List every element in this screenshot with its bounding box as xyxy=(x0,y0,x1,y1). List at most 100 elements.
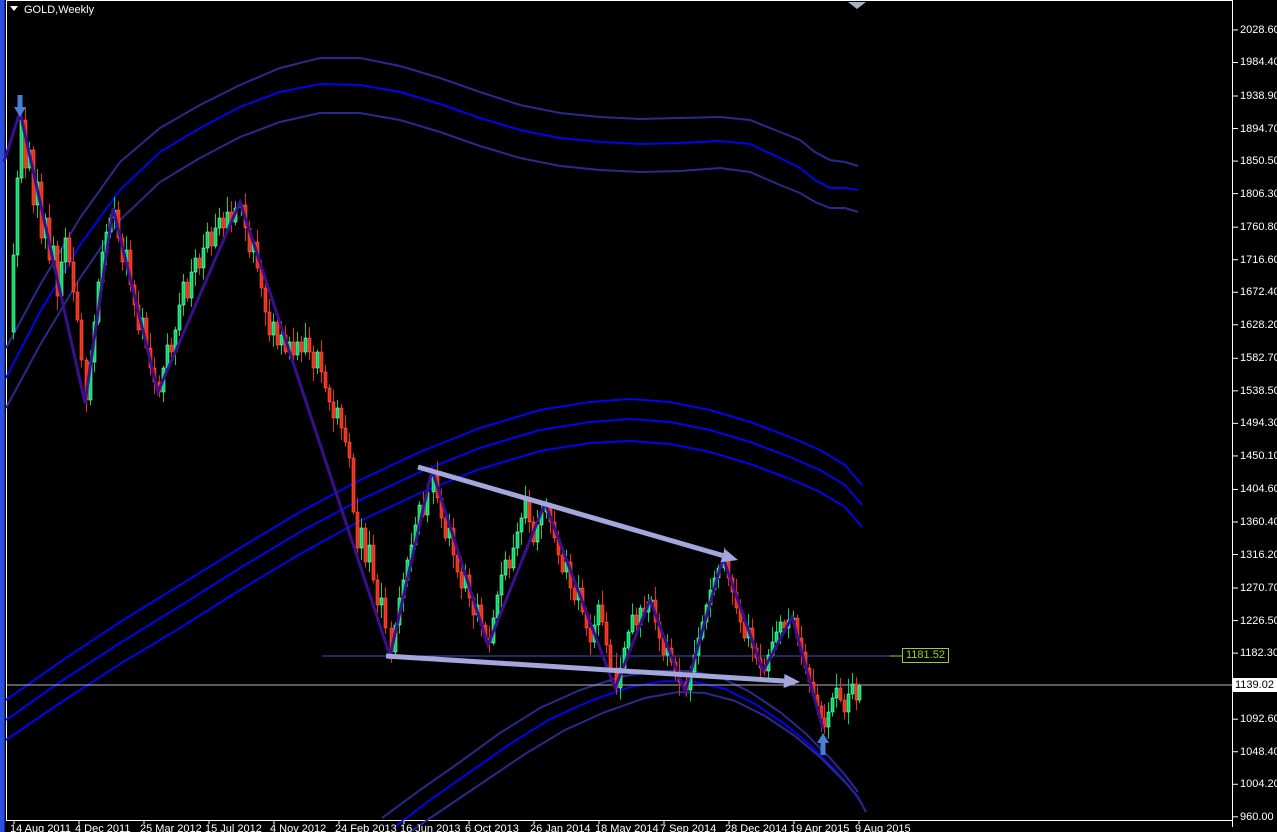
chart-menu-triangle-icon xyxy=(10,6,18,11)
price-axis-label: 1806.30 xyxy=(1240,187,1277,200)
candle-body xyxy=(263,287,268,313)
candle-body xyxy=(846,693,851,713)
time-axis-label: 7 Sep 2014 xyxy=(660,823,717,832)
candle-body xyxy=(181,281,186,306)
candle-body xyxy=(189,271,194,299)
symbol-timeframe-label[interactable]: GOLD,Weekly xyxy=(10,4,94,16)
candle-body xyxy=(838,687,843,701)
trading-terminal-window: GOLD,Weekly 2028.60 1984.40 1938.90 1894.70… xyxy=(0,0,1277,832)
candle-body xyxy=(572,587,577,601)
candle-body xyxy=(331,401,336,419)
candle-body xyxy=(347,441,352,459)
candle-body xyxy=(850,683,855,695)
price-axis-label: 1270.70 xyxy=(1240,582,1277,595)
time-axis-label: 4 Nov 2012 xyxy=(270,823,327,832)
candle-body xyxy=(459,571,464,589)
time-axis-label: 18 May 2014 xyxy=(595,823,659,832)
candle-body xyxy=(193,257,198,273)
candle-body xyxy=(75,291,80,321)
candle-body xyxy=(71,261,76,293)
candle-body xyxy=(319,351,324,373)
candle-body xyxy=(830,697,835,713)
price-axis-label: 1404.60 xyxy=(1240,483,1277,496)
candle-body xyxy=(267,311,272,336)
candle-body xyxy=(343,427,348,443)
price-axis-label: 1716.60 xyxy=(1240,253,1277,266)
candle-body xyxy=(371,544,376,581)
chart-canvas[interactable] xyxy=(0,0,1277,832)
candle-body xyxy=(857,685,862,701)
candle-body xyxy=(842,699,847,713)
candle-body xyxy=(299,341,304,353)
candle-body xyxy=(604,621,609,646)
price-axis-label: 2028.60 xyxy=(1240,23,1277,36)
time-axis-label: 9 Aug 2015 xyxy=(855,823,911,832)
candle-body xyxy=(221,217,226,229)
price-axis-label: 1538.50 xyxy=(1240,384,1277,397)
candle-body xyxy=(307,337,312,353)
candle-body xyxy=(63,237,68,263)
time-axis-label: 15 Jul 2012 xyxy=(205,823,262,832)
symbol-label-text: GOLD,Weekly xyxy=(24,4,95,16)
candle-body xyxy=(279,334,284,346)
time-axis-label: 25 Mar 2012 xyxy=(140,823,202,832)
last-bar-marker-icon xyxy=(848,2,866,9)
candle-body xyxy=(778,621,783,633)
candle-body xyxy=(507,559,512,569)
candle-body xyxy=(291,341,296,356)
candle-body xyxy=(854,683,859,701)
candle-body xyxy=(630,614,635,633)
candle-body xyxy=(323,371,328,389)
price-axis-label: 1672.40 xyxy=(1240,286,1277,299)
price-axis-label: 1360.40 xyxy=(1240,515,1277,528)
candle-body xyxy=(169,344,174,353)
price-axis-label: 1494.30 xyxy=(1240,417,1277,430)
candle-body xyxy=(201,247,206,269)
candle-body xyxy=(379,597,384,606)
candle-body xyxy=(443,517,448,539)
candle-body xyxy=(311,351,316,369)
price-axis-label: 1760.80 xyxy=(1240,221,1277,234)
price-axis-label: 1582.70 xyxy=(1240,352,1277,365)
zigzag-layer xyxy=(2,106,825,730)
time-axis-label: 19 Apr 2015 xyxy=(790,823,850,832)
candle-body xyxy=(295,341,300,356)
candle-body xyxy=(213,227,218,247)
candle-body xyxy=(503,559,508,576)
candle-body xyxy=(11,254,16,333)
price-axis-label: 1628.20 xyxy=(1240,318,1277,331)
annotations-layer xyxy=(14,2,866,755)
candle-body xyxy=(315,351,320,369)
candle-body xyxy=(634,614,639,626)
band-curve xyxy=(5,82,859,379)
candle-body xyxy=(339,407,344,429)
candle-body xyxy=(834,687,839,699)
band-curve xyxy=(5,112,859,409)
trend-arrow-head xyxy=(783,674,800,688)
candle-body xyxy=(608,644,613,669)
price-axis-label: 1938.90 xyxy=(1240,89,1277,102)
candle-body xyxy=(79,319,84,361)
up-arrow-icon-shaft xyxy=(820,743,826,755)
price-axis-label: 1984.40 xyxy=(1240,56,1277,69)
candle-body xyxy=(275,321,280,346)
band-curve xyxy=(409,690,867,832)
candle-body xyxy=(205,231,210,249)
time-axis-label: 24 Feb 2013 xyxy=(335,823,397,832)
price-axis-label: 1048.40 xyxy=(1240,745,1277,758)
candle-body xyxy=(515,531,520,549)
price-axis-label: 1850.50 xyxy=(1240,155,1277,168)
price-axis-label: 1182.30 xyxy=(1240,647,1277,660)
candle-body xyxy=(826,711,831,728)
candle-body xyxy=(519,517,524,533)
candle-body xyxy=(363,527,368,563)
candle-body xyxy=(217,217,222,229)
candle-body xyxy=(375,579,380,606)
candle-body xyxy=(523,499,528,519)
up-arrow-icon xyxy=(817,733,829,743)
price-axis-label: 960.00 xyxy=(1240,810,1274,823)
time-axis-label: 4 Dec 2011 xyxy=(75,823,131,832)
price-axis-label: 1450.10 xyxy=(1240,449,1277,462)
time-axis-label: 26 Jan 2014 xyxy=(530,823,591,832)
candle-body xyxy=(327,387,332,403)
